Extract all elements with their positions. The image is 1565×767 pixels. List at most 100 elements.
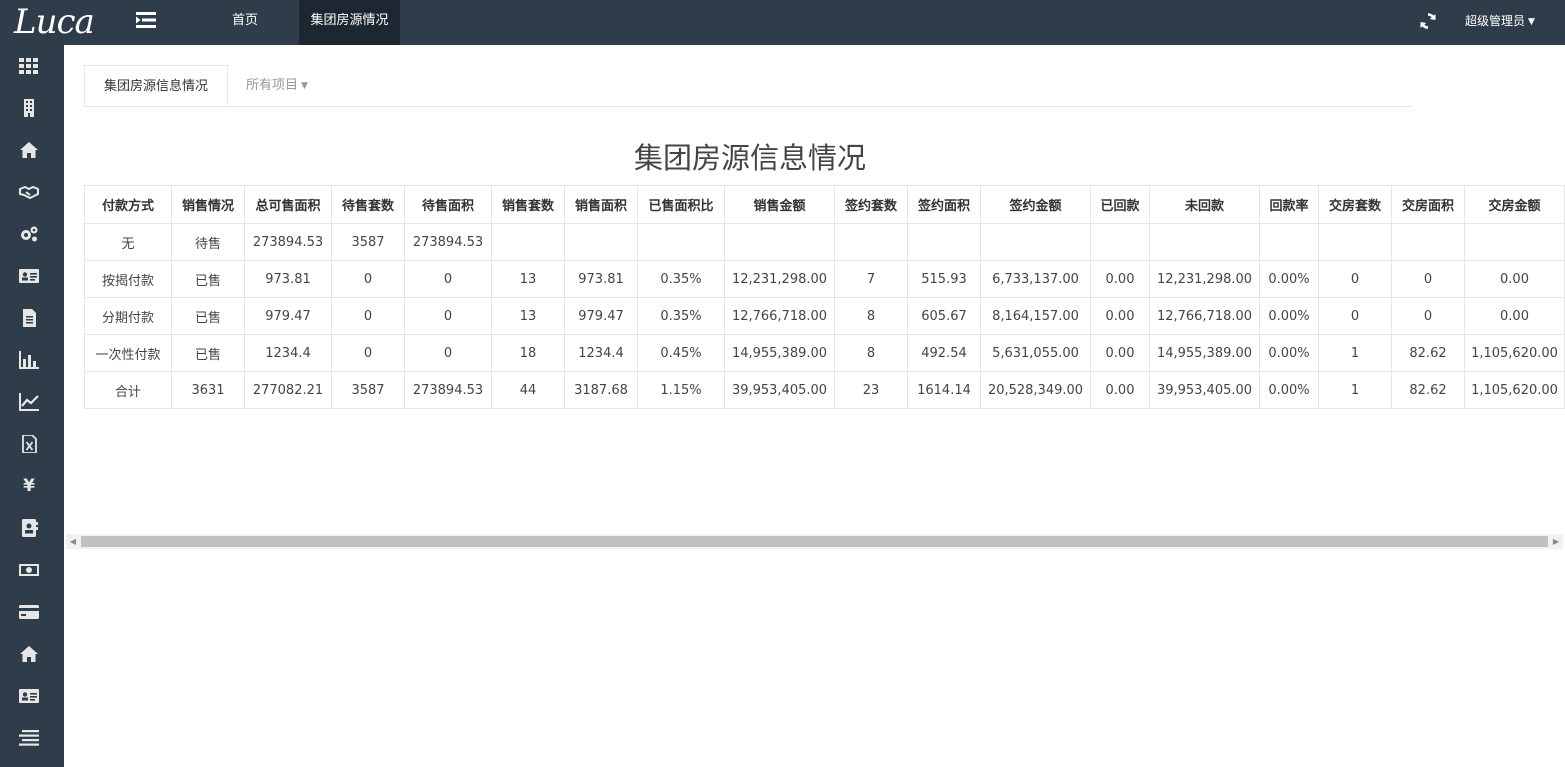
bar-chart-icon[interactable] (18, 350, 40, 370)
table-row: 合计 3631 277082.21 3587 273894.53 44 3187.68 1.1… (84, 371, 1565, 409)
table-cell: 1,105,620.00 (1464, 334, 1565, 372)
table-cell: 0.00 (1090, 260, 1150, 298)
caret-down-icon: ▼ (301, 81, 308, 91)
table-cell: 39,953,405.00 (1149, 371, 1260, 409)
table-cell (1259, 223, 1319, 261)
column-header: 交房金额 (1464, 185, 1565, 224)
table-cell: 待售 (171, 223, 245, 261)
table-cell: 3187.68 (564, 371, 638, 409)
content-tabs: 集团房源信息情况 所有项目 ▼ (84, 65, 1412, 107)
table-cell (907, 223, 981, 261)
column-header: 未回款 (1149, 185, 1260, 224)
table-cell: 6,733,137.00 (980, 260, 1091, 298)
tab-group-housing-info[interactable]: 集团房源信息情况 (84, 65, 228, 106)
column-header: 回款率 (1259, 185, 1319, 224)
table-cell: 0.00% (1259, 297, 1319, 335)
table-cell: 0.00% (1259, 260, 1319, 298)
project-filter-label: 所有项目 (246, 78, 299, 93)
money-icon[interactable] (18, 560, 40, 580)
table-cell: 973.81 (244, 260, 332, 298)
table-cell: 分期付款 (84, 297, 172, 335)
yen-icon[interactable]: ¥ (18, 476, 40, 496)
table-cell: 82.62 (1391, 334, 1465, 372)
table-cell: 973.81 (564, 260, 638, 298)
gears-icon[interactable] (18, 224, 40, 244)
table-cell: 979.47 (244, 297, 332, 335)
table-cell: 14,955,389.00 (1149, 334, 1260, 372)
table-cell (637, 223, 725, 261)
scroll-right-icon[interactable]: ▶ (1549, 534, 1563, 549)
table-cell (980, 223, 1091, 261)
column-header: 已回款 (1090, 185, 1150, 224)
table-cell: 合计 (84, 371, 172, 409)
table-cell (491, 223, 565, 261)
table-cell: 18 (491, 334, 565, 372)
excel-file-icon[interactable] (18, 434, 40, 454)
table-cell (1391, 223, 1465, 261)
list-icon[interactable] (18, 728, 40, 748)
table-cell (724, 223, 835, 261)
horizontal-scrollbar[interactable]: ◀ ▶ (66, 534, 1563, 549)
refresh-icon[interactable] (1419, 12, 1437, 30)
table-cell: 0.00% (1259, 334, 1319, 372)
table-cell: 0.00 (1464, 297, 1565, 335)
table-cell: 44 (491, 371, 565, 409)
table-cell: 515.93 (907, 260, 981, 298)
table-cell: 0.00% (1259, 371, 1319, 409)
table-cell: 3587 (331, 223, 405, 261)
table-cell: 8 (834, 297, 908, 335)
document-icon[interactable] (18, 308, 40, 328)
user-menu[interactable]: 超级管理员 ▼ (1465, 0, 1535, 45)
table-cell: 无 (84, 223, 172, 261)
nav-tab-home[interactable]: 首页 (218, 0, 272, 45)
user-name: 超级管理员 (1465, 14, 1526, 28)
table-cell: 8 (834, 334, 908, 372)
table-row: 按揭付款 已售 973.81 0 0 13 973.81 0.35% 12,231,298.00… (84, 260, 1565, 298)
report-table: 付款方式 销售情况 总可售面积 待售套数 待售面积 销售套数 销售面积 已售面积比 销售金额 签约… (84, 185, 1565, 409)
home-icon[interactable] (18, 140, 40, 160)
column-header: 签约面积 (907, 185, 981, 224)
column-header: 签约金额 (980, 185, 1091, 224)
scrollbar-thumb[interactable] (81, 536, 1548, 547)
table-cell: 20,528,349.00 (980, 371, 1091, 409)
credit-card-icon[interactable] (18, 602, 40, 622)
column-header: 销售金额 (724, 185, 835, 224)
table-cell: 8,164,157.00 (980, 297, 1091, 335)
id-card-icon[interactable] (18, 266, 40, 286)
table-cell: 12,766,718.00 (724, 297, 835, 335)
table-cell: 0 (1318, 260, 1392, 298)
table-cell: 273894.53 (244, 223, 332, 261)
app-logo[interactable]: Luca (14, 0, 106, 45)
sidebar: ¥ (0, 45, 64, 767)
table-cell: 1614.14 (907, 371, 981, 409)
scroll-left-icon[interactable]: ◀ (66, 534, 80, 549)
caret-down-icon: ▼ (1528, 17, 1535, 27)
top-navbar: Luca 首页 集团房源情况 超级管理员 ▼ (0, 0, 1565, 45)
table-cell: 0 (1318, 297, 1392, 335)
table-cell: 1 (1318, 334, 1392, 372)
table-body: 无待售 273894.53 3587 273894.53 按揭付款 已售 973.81 0 0 1… (84, 223, 1565, 409)
handshake-icon[interactable] (18, 182, 40, 202)
nav-tab-group-housing[interactable]: 集团房源情况 (299, 0, 400, 45)
project-filter-dropdown[interactable]: 所有项目 ▼ (230, 65, 324, 106)
table-cell: 0 (404, 260, 492, 298)
grid-icon[interactable] (18, 56, 40, 76)
column-header: 待售套数 (331, 185, 405, 224)
contacts-icon[interactable] (18, 518, 40, 538)
table-cell: 0 (404, 297, 492, 335)
table-cell: 0 (331, 334, 405, 372)
table-cell: 已售 (171, 297, 245, 335)
table-cell: 0 (331, 297, 405, 335)
building-icon[interactable] (18, 98, 40, 118)
home-icon[interactable] (18, 644, 40, 664)
id-card-icon[interactable] (18, 686, 40, 706)
table-cell: 82.62 (1391, 371, 1465, 409)
table-cell: 3631 (171, 371, 245, 409)
report-title: 集团房源信息情况 (633, 141, 866, 175)
menu-toggle-icon[interactable] (136, 11, 156, 29)
line-chart-icon[interactable] (18, 392, 40, 412)
table-cell: 273894.53 (404, 223, 492, 261)
column-header: 交房面积 (1391, 185, 1465, 224)
column-header: 付款方式 (84, 185, 172, 224)
table-cell (1464, 223, 1565, 261)
